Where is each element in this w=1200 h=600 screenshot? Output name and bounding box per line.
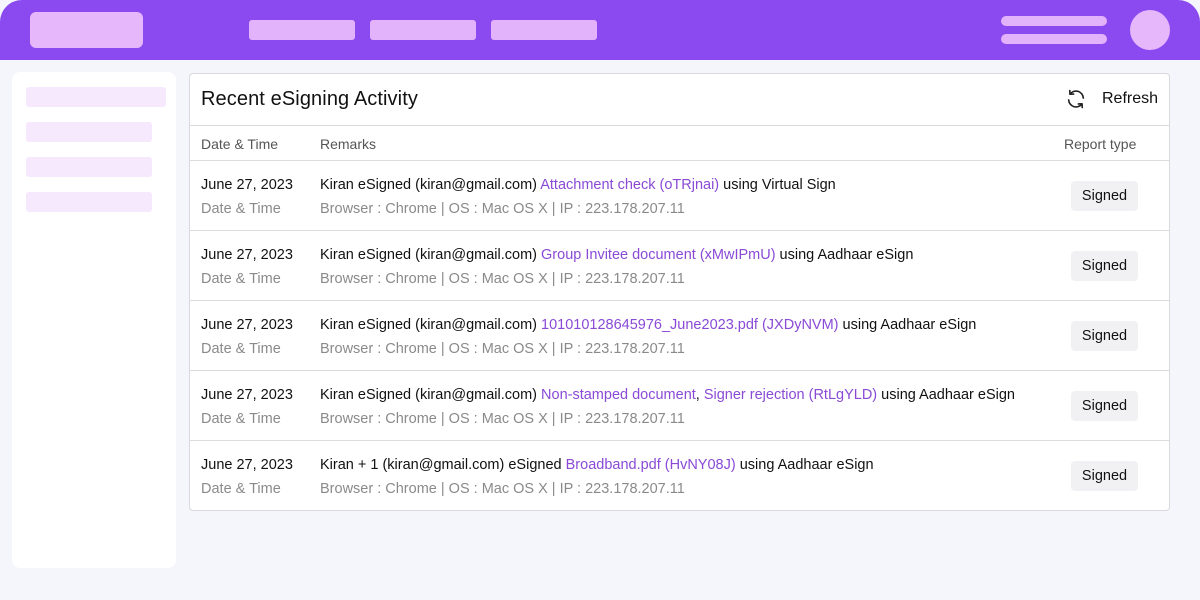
- document-link[interactable]: Signer rejection (RtLgYLD): [704, 387, 877, 403]
- table-row: June 27, 2023 Date & Time Kiran eSigned …: [190, 161, 1169, 231]
- status-badge: Signed: [1071, 251, 1138, 281]
- table-row: June 27, 2023 Date & Time Kiran eSigned …: [190, 371, 1169, 441]
- row-date: June 27, 2023: [201, 317, 293, 333]
- sidebar-item-3[interactable]: [26, 157, 152, 177]
- row-remark: Kiran eSigned (kiran@gmail.com) 10101012…: [320, 317, 976, 333]
- remark-method: using Aadhaar eSign: [838, 317, 977, 333]
- row-remark: Kiran + 1 (kiran@gmail.com) eSigned Broa…: [320, 457, 874, 473]
- remark-method: using Virtual Sign: [719, 177, 836, 193]
- row-remark: Kiran eSigned (kiran@gmail.com) Non-stam…: [320, 387, 1015, 403]
- sidebar: [12, 72, 176, 568]
- column-header-report-type: Report type: [1064, 136, 1137, 152]
- app-frame: Recent eSigning Activity Refresh Date & …: [0, 0, 1200, 600]
- row-meta: Browser : Chrome | OS : Mac OS X | IP : …: [320, 341, 685, 357]
- status-badge: Signed: [1071, 391, 1138, 421]
- remark-separator: ,: [695, 387, 704, 403]
- sidebar-item-4[interactable]: [26, 192, 152, 212]
- row-date: June 27, 2023: [201, 457, 293, 473]
- remark-method: using Aadhaar eSign: [877, 387, 1015, 403]
- row-meta: Browser : Chrome | OS : Mac OS X | IP : …: [320, 271, 685, 287]
- table-row: June 27, 2023 Date & Time Kiran eSigned …: [190, 301, 1169, 371]
- panel-header: Recent eSigning Activity Refresh: [190, 74, 1169, 126]
- remark-method: using Aadhaar eSign: [775, 247, 914, 263]
- user-menu-line-1[interactable]: [1001, 16, 1107, 26]
- table-header: Date & Time Remarks Report type: [190, 126, 1169, 161]
- document-link[interactable]: Non-stamped document: [541, 387, 696, 403]
- row-meta: Browser : Chrome | OS : Mac OS X | IP : …: [320, 411, 685, 427]
- activity-table-body: June 27, 2023 Date & Time Kiran eSigned …: [190, 161, 1169, 510]
- page-title: Recent eSigning Activity: [201, 88, 418, 110]
- status-badge: Signed: [1071, 461, 1138, 491]
- row-date-label: Date & Time: [201, 271, 281, 287]
- nav-item-1[interactable]: [249, 20, 355, 40]
- avatar[interactable]: [1130, 10, 1170, 50]
- row-date-label: Date & Time: [201, 411, 281, 427]
- row-date-label: Date & Time: [201, 341, 281, 357]
- sidebar-item-2[interactable]: [26, 122, 152, 142]
- document-link[interactable]: 101010128645976_June2023.pdf (JXDyNVM): [541, 317, 838, 333]
- document-link[interactable]: Group Invitee document (xMwIPmU): [541, 247, 776, 263]
- document-link[interactable]: Broadband.pdf (HvNY08J): [566, 457, 736, 473]
- sidebar-item-1[interactable]: [26, 87, 166, 107]
- row-date: June 27, 2023: [201, 247, 293, 263]
- row-date-label: Date & Time: [201, 201, 281, 217]
- row-remark: Kiran eSigned (kiran@gmail.com) Group In…: [320, 247, 913, 263]
- row-date-label: Date & Time: [201, 481, 281, 497]
- row-meta: Browser : Chrome | OS : Mac OS X | IP : …: [320, 201, 685, 217]
- refresh-icon: [1065, 88, 1087, 110]
- column-header-date: Date & Time: [201, 136, 279, 152]
- activity-panel: Recent eSigning Activity Refresh Date & …: [189, 73, 1170, 511]
- document-link[interactable]: Attachment check (oTRjnai): [540, 177, 719, 193]
- logo-placeholder[interactable]: [30, 12, 143, 48]
- refresh-label: Refresh: [1102, 90, 1159, 107]
- remark-text: Kiran eSigned (kiran@gmail.com): [320, 387, 542, 403]
- remark-method: using Aadhaar eSign: [735, 457, 874, 473]
- remark-text: Kiran eSigned (kiran@gmail.com): [320, 177, 541, 193]
- status-badge: Signed: [1071, 321, 1138, 351]
- table-row: June 27, 2023 Date & Time Kiran + 1 (kir…: [190, 441, 1169, 510]
- nav-item-2[interactable]: [370, 20, 476, 40]
- nav-item-3[interactable]: [491, 20, 597, 40]
- status-badge: Signed: [1071, 181, 1138, 211]
- row-meta: Browser : Chrome | OS : Mac OS X | IP : …: [320, 481, 685, 497]
- remark-text: Kiran + 1 (kiran@gmail.com) eSigned: [320, 457, 566, 473]
- refresh-button[interactable]: Refresh: [1065, 86, 1165, 112]
- row-remark: Kiran eSigned (kiran@gmail.com) Attachme…: [320, 177, 836, 193]
- column-header-remarks: Remarks: [320, 136, 377, 152]
- top-navbar: [0, 0, 1200, 60]
- user-menu-line-2[interactable]: [1001, 34, 1107, 44]
- remark-text: Kiran eSigned (kiran@gmail.com): [320, 247, 542, 263]
- row-date: June 27, 2023: [201, 177, 293, 193]
- remark-text: Kiran eSigned (kiran@gmail.com): [320, 317, 542, 333]
- row-date: June 27, 2023: [201, 387, 293, 403]
- table-row: June 27, 2023 Date & Time Kiran eSigned …: [190, 231, 1169, 301]
